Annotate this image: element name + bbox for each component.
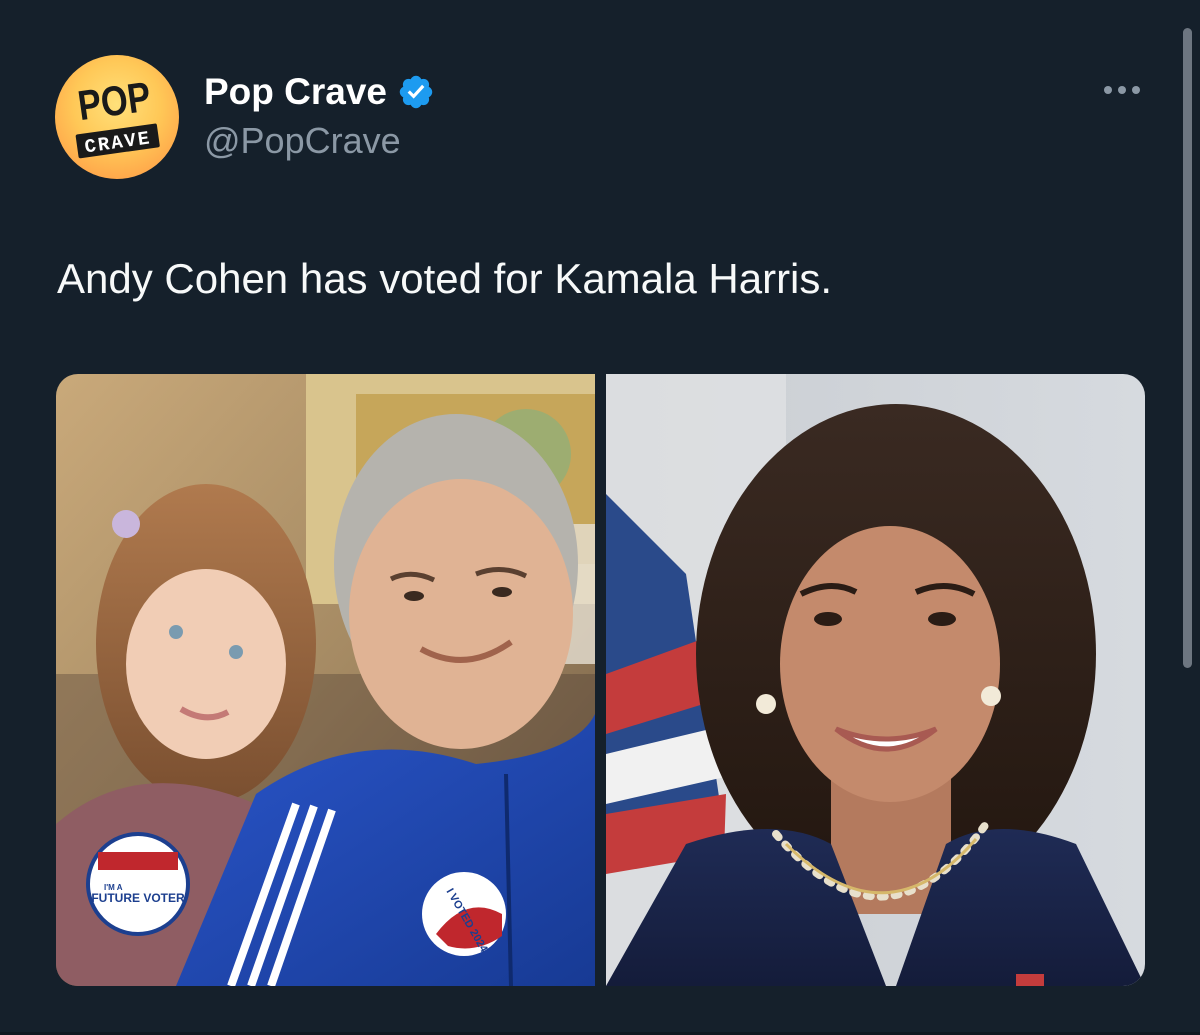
pop-crave-logo: POP CRAVE [75, 73, 160, 158]
author-handle[interactable]: @PopCrave [204, 120, 401, 162]
tweet-photo-2[interactable] [606, 374, 1145, 986]
author-display-name[interactable]: Pop Crave [204, 71, 387, 113]
avatar-logo-top: POP [75, 73, 154, 130]
tweet-card[interactable]: POP CRAVE Pop Crave @PopCrave Andy Cohen… [0, 0, 1200, 1035]
verified-badge-icon [399, 75, 433, 109]
avatar-logo-bottom: CRAVE [83, 127, 152, 158]
photo-portrait-image [606, 374, 1145, 986]
photo-selfie-image: I'M A FUTURE VOTER I VOTED 2024 [56, 374, 595, 986]
more-options-button[interactable] [1094, 72, 1150, 108]
page-scrollbar[interactable] [1183, 28, 1192, 668]
author-avatar[interactable]: POP CRAVE [55, 55, 179, 179]
sticker-child-text: FUTURE VOTER [91, 891, 185, 905]
tweet-text: Andy Cohen has voted for Kamala Harris. [57, 255, 833, 302]
tweet-photo-1[interactable]: I'M A FUTURE VOTER I VOTED 2024 [56, 374, 595, 986]
more-horizontal-icon [1104, 86, 1140, 94]
author-name-row: Pop Crave [204, 70, 435, 114]
